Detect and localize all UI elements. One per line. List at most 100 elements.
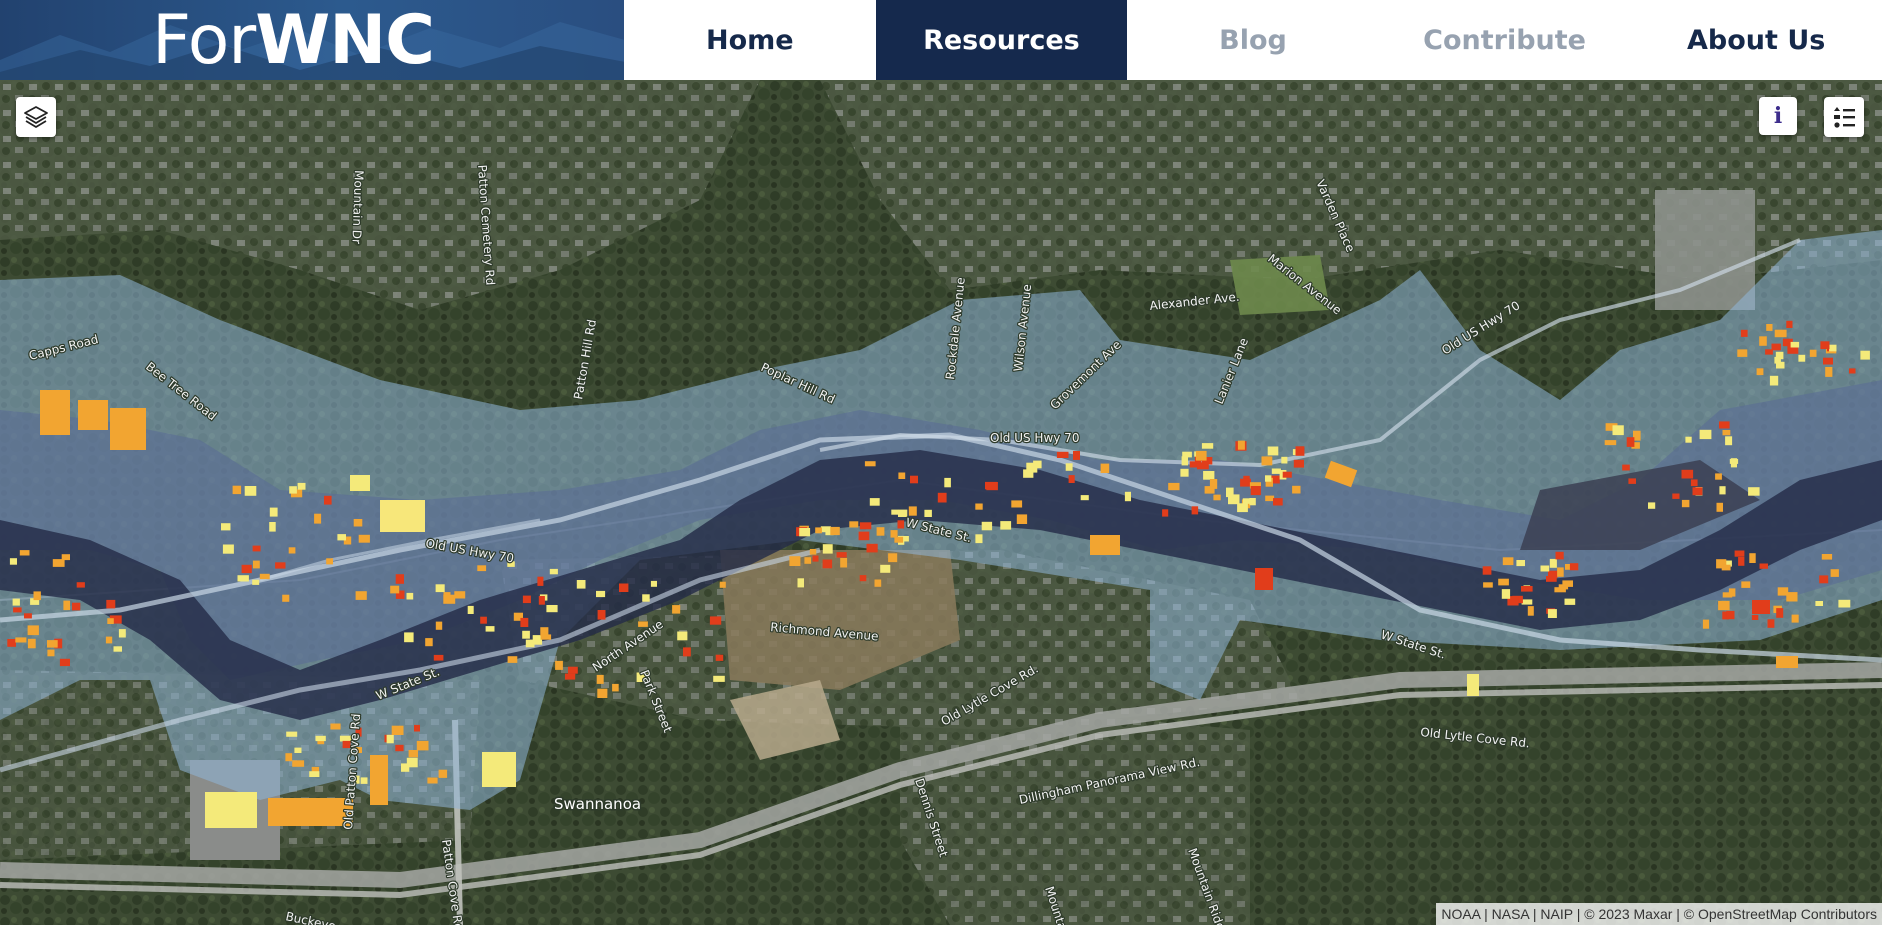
building-footprint (47, 640, 58, 648)
building-footprint (880, 564, 891, 573)
brand-logo[interactable]: ForWNC (0, 0, 624, 80)
label-mountain-dr: Mountain Dr (349, 170, 366, 244)
building-footprint (107, 618, 114, 624)
building-footprint (876, 527, 885, 536)
building-footprint (1201, 443, 1214, 449)
building-footprint (391, 725, 404, 735)
building-footprint (326, 558, 333, 565)
building-footprint (894, 536, 904, 543)
building-footprint (985, 481, 997, 490)
building-footprint (677, 631, 688, 641)
building-footprint (59, 658, 70, 667)
building-footprint (597, 610, 606, 620)
building-footprint (1771, 343, 1781, 351)
building-footprint (1860, 350, 1870, 360)
building-footprint (981, 521, 993, 531)
building-footprint (820, 526, 831, 533)
building-footprint (1162, 509, 1169, 517)
building-footprint (404, 632, 414, 643)
building-footprint (715, 654, 724, 661)
building-footprint (406, 592, 414, 600)
building-footprint (1213, 494, 1221, 501)
building-footprint (908, 506, 917, 516)
building-footprint (1527, 606, 1534, 616)
building-footprint (1815, 601, 1823, 606)
building-footprint (275, 562, 286, 569)
building-footprint (395, 744, 404, 752)
building-footprint (1759, 336, 1767, 346)
nav-about-us[interactable]: About Us (1630, 0, 1882, 80)
nav-resources[interactable]: Resources (875, 0, 1128, 80)
building-footprint (619, 583, 629, 592)
building-footprint (549, 568, 558, 575)
flood-map[interactable]: Capps Road Bee Tree Road Patton Cemetery… (0, 80, 1882, 925)
building-footprint (538, 596, 545, 605)
building-footprint (1056, 451, 1069, 458)
building-footprint (438, 769, 448, 778)
building-footprint (1775, 351, 1784, 360)
building-footprint (1722, 430, 1731, 436)
building-footprint (859, 575, 867, 582)
building-footprint (540, 634, 552, 640)
map-canvas[interactable]: Capps Road Bee Tree Road Patton Cemetery… (0, 80, 1882, 925)
building-footprint (804, 557, 812, 564)
building-footprint (975, 534, 983, 544)
building-footprint (467, 605, 474, 614)
building-footprint (1725, 436, 1733, 446)
building-footprint (1204, 486, 1215, 494)
building-footprint (1766, 324, 1773, 331)
building-footprint (1033, 460, 1042, 469)
nav-home[interactable]: Home (624, 0, 876, 80)
building-footprint (1068, 475, 1075, 483)
building-footprint (709, 616, 722, 625)
layers-icon (24, 106, 48, 128)
building-footprint (1809, 349, 1817, 357)
building-footprint (869, 498, 880, 506)
building-footprint (1702, 619, 1710, 629)
building-footprint (1549, 558, 1557, 568)
nav-blog[interactable]: Blog (1127, 0, 1379, 80)
building-footprint (815, 527, 822, 534)
building-footprint (309, 771, 320, 777)
building-footprint (1719, 421, 1730, 429)
building-footprint (522, 630, 530, 639)
building-footprint (1722, 592, 1733, 598)
building-footprint (1820, 341, 1830, 350)
building-footprint (269, 507, 278, 517)
building-footprint (1292, 485, 1301, 494)
building-footprint (1293, 459, 1304, 468)
building-footprint (1776, 608, 1784, 618)
building-footprint (477, 565, 487, 572)
building-footprint (7, 639, 16, 647)
building-footprint (890, 530, 898, 538)
building-footprint (9, 558, 17, 565)
building-footprint (1612, 425, 1624, 436)
logo-bold-text: WNC (255, 1, 435, 80)
building-footprint (537, 576, 544, 586)
building-footprint (244, 486, 257, 496)
building-footprint (849, 521, 859, 528)
building-footprint (355, 591, 367, 600)
building-footprint (1681, 469, 1694, 479)
legend-toggle-button[interactable] (1824, 97, 1864, 137)
building-footprint (1240, 478, 1251, 487)
building-footprint (1798, 354, 1806, 362)
building-footprint (1261, 456, 1273, 466)
building-footprint (1516, 560, 1525, 567)
building-footprint (1250, 486, 1261, 496)
building-footprint (891, 509, 899, 515)
building-footprint (937, 492, 947, 503)
building-footprint (222, 544, 234, 554)
nav-contribute[interactable]: Contribute (1378, 0, 1631, 80)
building-footprint (1073, 451, 1080, 460)
building-footprint (1734, 550, 1745, 557)
layers-toggle-button[interactable] (16, 97, 56, 137)
building-footprint (858, 531, 870, 541)
building-footprint (1786, 320, 1793, 328)
building-footprint (799, 528, 811, 537)
building-footprint (1741, 581, 1751, 588)
info-button[interactable]: i (1759, 97, 1797, 135)
building-footprint (866, 543, 878, 553)
building-footprint (52, 559, 65, 567)
building-footprint (520, 617, 529, 627)
